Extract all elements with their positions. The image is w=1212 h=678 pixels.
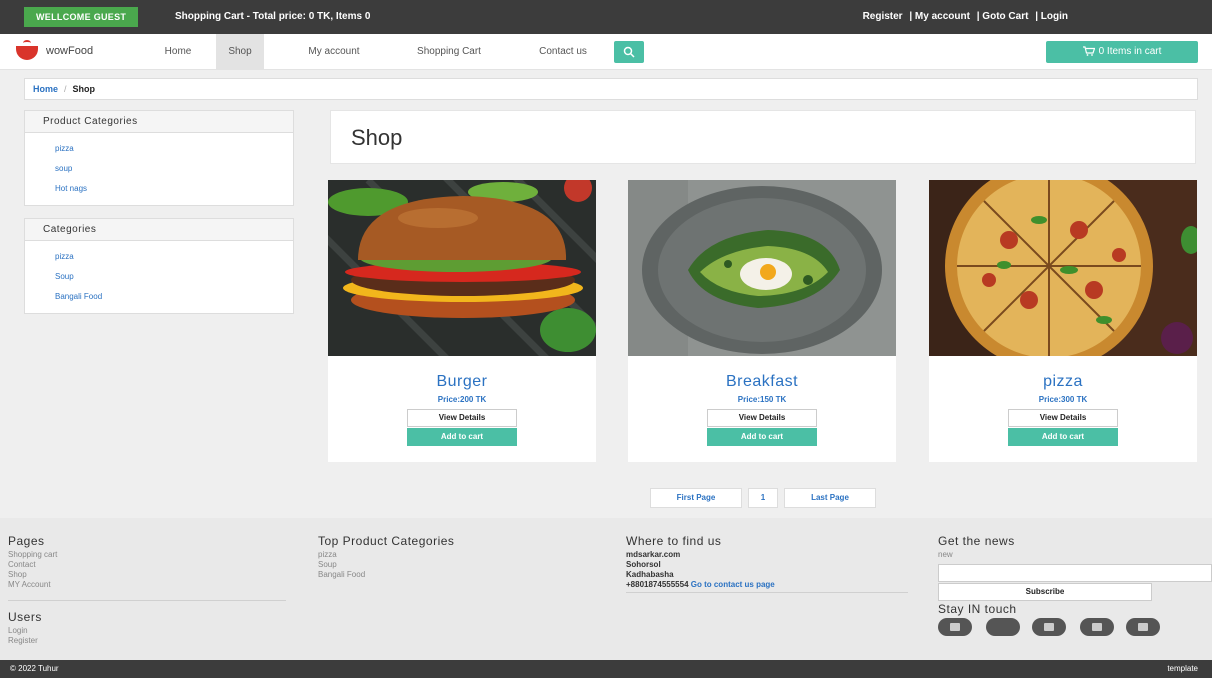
copyright: © 2022 Tuhur: [10, 664, 59, 673]
shop-header: Shop: [330, 110, 1196, 164]
footer-where-title: Where to find us: [626, 534, 722, 548]
add-to-cart-button[interactable]: Add to cart: [1008, 428, 1118, 446]
product-price: Price:200 TK: [437, 395, 487, 404]
footer-phone-number: +8801874555554: [626, 580, 689, 589]
footer-address-line: Kadhabasha: [626, 570, 674, 579]
breadcrumb-separator: /: [64, 84, 67, 94]
nav-my-account[interactable]: My account: [286, 34, 382, 70]
footer-address-line: mdsarkar.com: [626, 550, 681, 559]
search-icon: [623, 46, 635, 58]
footer-category-pizza[interactable]: pizza: [318, 550, 337, 559]
view-details-button[interactable]: View Details: [707, 409, 817, 427]
footer-divider: [626, 592, 908, 593]
sidebar-item-soup[interactable]: Soup: [55, 267, 293, 287]
cart-icon: [1082, 46, 1095, 57]
product-card-burger: Burger Price:200 TK View Details Add to …: [328, 180, 596, 462]
page-title: Shop: [351, 125, 403, 150]
footer-phone: +8801874555554 Go to contact us page: [626, 580, 775, 589]
bowl-icon: [16, 46, 38, 60]
newsletter-email-input[interactable]: [938, 564, 1212, 582]
footer-link-login[interactable]: Login: [8, 626, 28, 635]
footer-link-my-account[interactable]: MY Account: [8, 580, 51, 589]
first-page-button[interactable]: First Page: [650, 488, 742, 508]
footer-link-contact[interactable]: Contact: [8, 560, 36, 569]
sidebar-item-soup[interactable]: soup: [55, 159, 293, 179]
view-details-button[interactable]: View Details: [407, 409, 517, 427]
pizza-image[interactable]: [929, 180, 1197, 356]
product-categories-panel: Product Categories pizza soup Hot nags: [24, 110, 294, 206]
cart-summary: Shopping Cart - Total price: 0 TK, Items…: [175, 11, 371, 22]
stay-in-touch-title: Stay IN touch: [938, 602, 1017, 616]
footer-address-line: Sohorsol: [626, 560, 661, 569]
cart-button-label: 0 Items in cart: [1098, 46, 1162, 57]
footer-category-bangali-food[interactable]: Bangali Food: [318, 570, 365, 579]
breakfast-image[interactable]: [628, 180, 896, 356]
template-credit[interactable]: template: [1167, 664, 1198, 673]
footer-link-shop[interactable]: Shop: [8, 570, 27, 579]
welcome-badge: WELLCOME GUEST: [24, 7, 139, 27]
login-link[interactable]: | Login: [1035, 11, 1068, 22]
footer-link-register[interactable]: Register: [8, 636, 38, 645]
footer-category-soup[interactable]: Soup: [318, 560, 337, 569]
nav-shop[interactable]: Shop: [216, 34, 264, 70]
burger-image[interactable]: [328, 180, 596, 356]
brand-name: wowFood: [46, 45, 94, 57]
product-card-breakfast: Breakfast Price:150 TK View Details Add …: [628, 180, 896, 462]
footer-top-categories-title: Top Product Categories: [318, 534, 455, 548]
add-to-cart-button[interactable]: Add to cart: [407, 428, 517, 446]
add-to-cart-button[interactable]: Add to cart: [707, 428, 817, 446]
footer-news-title: Get the news: [938, 534, 1015, 548]
footer-news-text: new: [938, 550, 953, 559]
site-logo[interactable]: wowFood: [16, 40, 126, 64]
footer-link-shopping-cart[interactable]: Shopping cart: [8, 550, 57, 559]
page-1-button[interactable]: 1: [748, 488, 778, 508]
twitter-icon[interactable]: [986, 618, 1020, 636]
main-navbar: wowFood Home Shop My account Shopping Ca…: [0, 34, 1212, 70]
sidebar-item-pizza[interactable]: pizza: [55, 139, 293, 159]
sidebar-item-pizza[interactable]: pizza: [55, 247, 293, 267]
email-icon[interactable]: [1126, 618, 1160, 636]
product-name[interactable]: Burger: [328, 373, 596, 391]
my-account-link[interactable]: | My account: [909, 11, 970, 22]
footer-pages-title: Pages: [8, 534, 45, 548]
sidebar-item-bangali-food[interactable]: Bangali Food: [55, 287, 293, 307]
search-button[interactable]: [614, 41, 644, 63]
product-card-pizza: pizza Price:300 TK View Details Add to c…: [929, 180, 1197, 462]
sidebar-item-hot-nags[interactable]: Hot nags: [55, 179, 293, 199]
nav-home[interactable]: Home: [150, 34, 206, 70]
cart-button[interactable]: 0 Items in cart: [1046, 41, 1198, 63]
product-price: Price:300 TK: [1038, 395, 1088, 404]
bottom-bar: © 2022 Tuhur template: [0, 660, 1212, 678]
subscribe-button[interactable]: Subscribe: [938, 583, 1152, 601]
breadcrumb: Home / Shop: [24, 78, 1198, 100]
product-categories-title: Product Categories: [25, 111, 293, 133]
breadcrumb-current: Shop: [72, 84, 96, 94]
footer-divider: [8, 600, 286, 601]
register-link[interactable]: Register: [863, 11, 903, 22]
product-price: Price:150 TK: [737, 395, 787, 404]
goto-cart-link[interactable]: | Goto Cart: [977, 11, 1029, 22]
contact-page-link[interactable]: Go to contact us page: [691, 580, 775, 589]
view-details-button[interactable]: View Details: [1008, 409, 1118, 427]
facebook-icon[interactable]: [938, 618, 972, 636]
categories-panel: Categories pizza Soup Bangali Food: [24, 218, 294, 314]
nav-contact-us[interactable]: Contact us: [516, 34, 610, 70]
footer: Pages Shopping cart Contact Shop MY Acco…: [0, 518, 1212, 660]
last-page-button[interactable]: Last Page: [784, 488, 876, 508]
top-bar: WELLCOME GUEST Shopping Cart - Total pri…: [0, 0, 1212, 34]
google-plus-icon[interactable]: [1032, 618, 1066, 636]
categories-title: Categories: [25, 219, 293, 241]
product-name[interactable]: pizza: [929, 373, 1197, 391]
footer-users-title: Users: [8, 610, 42, 624]
top-links: Register | My account | Goto Cart | Logi…: [861, 7, 1070, 27]
product-name[interactable]: Breakfast: [628, 373, 896, 391]
breadcrumb-home[interactable]: Home: [33, 84, 58, 94]
instagram-icon[interactable]: [1080, 618, 1114, 636]
nav-shopping-cart[interactable]: Shopping Cart: [392, 34, 506, 70]
